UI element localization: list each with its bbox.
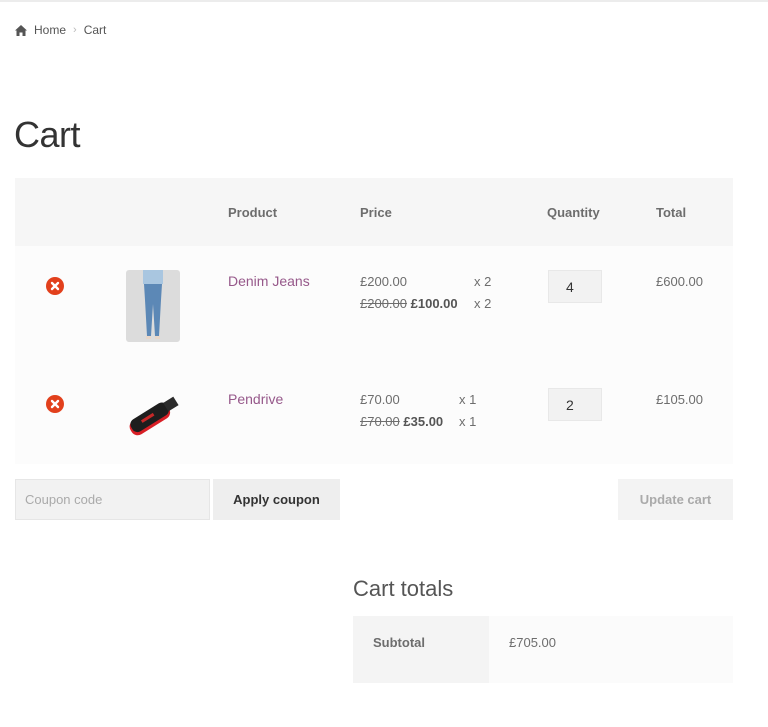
quantity-input[interactable]: [548, 388, 602, 421]
discounted-price: £100.00: [410, 296, 458, 311]
price-line-discount: £70.00 £35.00: [360, 414, 443, 429]
table-row: Pendrive £70.00 x 1 £70.00 £35.00 x 1 £1…: [15, 364, 733, 464]
close-icon: [50, 281, 60, 291]
cart-totals-title: Cart totals: [353, 576, 454, 601]
header-total: Total: [656, 205, 687, 220]
apply-coupon-button[interactable]: Apply coupon: [213, 479, 340, 520]
close-icon: [50, 399, 60, 409]
denim-jeans-image[interactable]: [126, 270, 180, 342]
table-header: Product Price Quantity Total: [15, 178, 733, 246]
original-price: £200.00: [360, 296, 407, 311]
price-line: £200.00: [360, 274, 407, 289]
update-cart-button[interactable]: Update cart: [618, 479, 733, 520]
price-quantity: x 1: [459, 414, 477, 429]
coupon-code-input[interactable]: [15, 479, 210, 520]
table-row: Denim Jeans £200.00 x 2 £200.00 £100.00 …: [15, 246, 733, 364]
remove-item-button[interactable]: [46, 395, 64, 413]
pendrive-image[interactable]: [126, 378, 180, 450]
price-line-discount: £200.00 £100.00: [360, 296, 458, 311]
home-icon: [15, 24, 27, 36]
quantity-input[interactable]: [548, 270, 602, 303]
cart-totals-table: Subtotal £705.00: [353, 616, 733, 683]
product-link[interactable]: Pendrive: [228, 391, 283, 407]
breadcrumb-separator: ›: [73, 24, 77, 36]
page-title: Cart: [14, 114, 81, 155]
product-link[interactable]: Denim Jeans: [228, 273, 310, 289]
line-total: £600.00: [656, 274, 703, 289]
breadcrumb: Home › Cart: [15, 23, 106, 37]
remove-item-button[interactable]: [46, 277, 64, 295]
header-product: Product: [228, 205, 278, 220]
header-quantity: Quantity: [547, 205, 600, 220]
price-line: £70.00: [360, 392, 400, 407]
discounted-price: £35.00: [403, 414, 444, 429]
breadcrumb-home[interactable]: Home: [34, 23, 66, 37]
price-quantity: x 2: [474, 274, 492, 289]
header-price: Price: [360, 205, 392, 220]
original-price: £70.00: [360, 414, 400, 429]
price-value: £70.00: [360, 392, 400, 407]
price-quantity: x 1: [459, 392, 477, 407]
cart-table: Product Price Quantity Total Denim Jeans…: [15, 178, 733, 464]
price-quantity: x 2: [474, 296, 492, 311]
breadcrumb-current: Cart: [83, 23, 107, 37]
price-value: £200.00: [360, 274, 407, 289]
top-border: [0, 0, 768, 2]
subtotal-label: Subtotal: [353, 616, 489, 683]
subtotal-value: £705.00: [489, 616, 733, 683]
line-total: £105.00: [656, 392, 703, 407]
